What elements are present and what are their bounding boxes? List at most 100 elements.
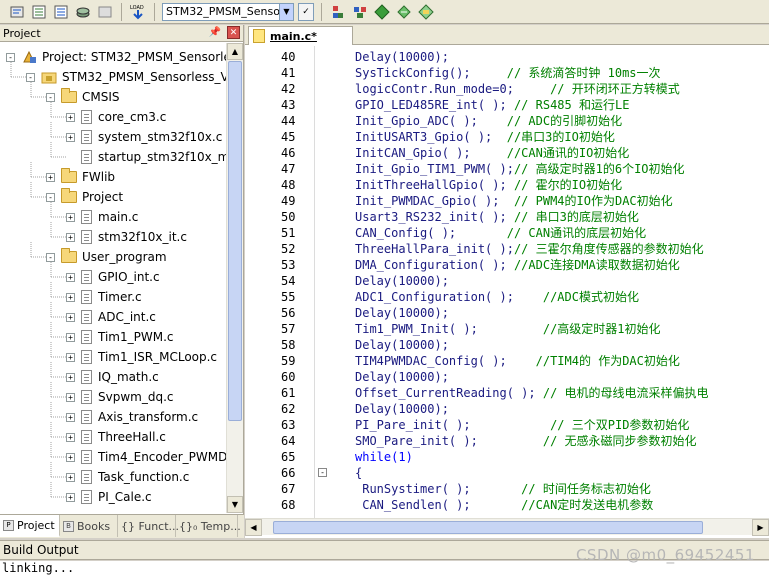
pin-icon[interactable]: 📌 [209, 27, 221, 38]
expand-icon[interactable]: + [66, 372, 75, 382]
tab-main-c[interactable]: main.c* [248, 26, 353, 45]
collapse-icon[interactable]: - [46, 192, 55, 202]
editor-horizontal-scrollbar[interactable]: ◀ ▶ [245, 518, 769, 536]
translate-icon[interactable] [8, 3, 26, 21]
code-statement: GPIO_LED485RE_int( ); [355, 98, 514, 112]
tree-item[interactable]: + Tim1_PWM.c [66, 327, 174, 347]
tree-item[interactable]: + Tim1_ISR_MCLoop.c [66, 347, 217, 367]
tree-item[interactable]: - User_program [46, 247, 167, 267]
code-line: 42 logicContr.Run_mode=0; // 开环闭环正方转模式 [245, 81, 769, 97]
code-statement: SysTickConfig(); [355, 66, 507, 80]
pack-installer-icon[interactable] [373, 3, 391, 21]
tree-item[interactable]: + ThreeHall.c [66, 427, 166, 447]
code-text: Offset_CurrentReading( ); // 电机的母线电流采样偏执… [355, 385, 709, 401]
tree-item[interactable]: - CMSIS [46, 87, 120, 107]
tree-item[interactable]: + ADC_int.c [66, 307, 156, 327]
fold-collapse-icon[interactable]: - [318, 468, 327, 477]
tree-item[interactable]: + Tim4_Encoder_PWMDA [66, 447, 226, 467]
panel-tab[interactable]: {} Funct... [118, 515, 179, 537]
code-text: GPIO_LED485RE_int( ); // RS485 和运行LE [355, 97, 629, 113]
code-editor[interactable]: 40 Delay(10000); 41 SysTickConfig(); // 系统滴… [245, 46, 769, 518]
tree-item[interactable]: + stm32f10x_it.c [66, 227, 187, 247]
tree-item[interactable]: + Timer.c [66, 287, 142, 307]
tree-item[interactable]: + PI_Cale.c [66, 487, 152, 507]
manage-runtime-icon[interactable] [417, 3, 435, 21]
code-statement: Offset_CurrentReading( ); [355, 386, 543, 400]
project-tree: -Project: STM32_PMSM_Sensorless_-STM32_P… [0, 43, 226, 513]
code-text: Delay(10000); [355, 273, 449, 289]
code-text: SysTickConfig(); // 系统滴答时钟 10ms一次 [355, 65, 661, 81]
panel-tab[interactable]: P Project [0, 515, 60, 537]
code-line: 55 ADC1_Configuration( ); //ADC模式初始化 [245, 289, 769, 305]
file-extensions-icon[interactable] [329, 3, 347, 21]
panel-tab-label: Project [17, 518, 55, 532]
expand-icon[interactable]: + [66, 352, 75, 362]
load-download-icon[interactable]: LOAD [129, 3, 147, 21]
scroll-down-icon[interactable]: ▼ [227, 496, 243, 513]
code-text: { [355, 465, 362, 481]
expand-icon[interactable]: + [66, 432, 75, 442]
line-number: 52 [281, 242, 296, 256]
expand-icon[interactable]: + [66, 212, 75, 222]
chevron-down-icon[interactable]: ▼ [279, 3, 293, 20]
expand-icon[interactable]: + [66, 292, 75, 302]
expand-icon[interactable]: + [66, 332, 75, 342]
expand-icon[interactable]: + [66, 412, 75, 422]
tree-item-label: ADC_int.c [98, 310, 156, 324]
code-comment: //ADC连接DMA读取数据初始化 [513, 258, 680, 272]
scroll-left-icon[interactable]: ◀ [245, 519, 262, 536]
tree-item[interactable]: - Project [46, 187, 123, 207]
expand-icon[interactable]: + [66, 272, 75, 282]
expand-icon[interactable]: + [66, 472, 75, 482]
code-text: InitCAN_Gpio( ); //CAN通讯的IO初始化 [355, 145, 629, 161]
stop-build-icon[interactable] [96, 3, 114, 21]
tree-item[interactable]: - Project: STM32_PMSM_Sensorless_ [6, 47, 226, 67]
close-icon[interactable]: ✕ [227, 26, 240, 39]
tree-item[interactable]: + system_stm32f10x.c [66, 127, 222, 147]
code-comment: // 无感永磁同步参数初始化 [542, 434, 697, 448]
batch-build-icon[interactable] [74, 3, 92, 21]
panel-tab[interactable]: B Books [60, 515, 118, 537]
file-icon [81, 370, 92, 384]
expand-icon[interactable]: + [66, 452, 75, 462]
editor-tab-bar: main.c* [245, 25, 769, 45]
tree-item[interactable]: + IQ_math.c [66, 367, 159, 387]
tree-item[interactable]: + Axis_transform.c [66, 407, 198, 427]
scroll-right-icon[interactable]: ▶ [752, 519, 769, 536]
expand-icon[interactable]: + [46, 172, 55, 182]
collapse-icon[interactable]: - [6, 52, 15, 62]
tab-label: main.c* [270, 29, 317, 43]
tree-item[interactable]: + Svpwm_dq.c [66, 387, 174, 407]
tree-item[interactable]: startup_stm32f10x_md. [66, 147, 226, 167]
scroll-up-icon[interactable]: ▲ [227, 43, 243, 60]
scroll-thumb[interactable] [228, 61, 242, 421]
collapse-icon[interactable]: - [26, 72, 35, 82]
expand-icon[interactable]: + [66, 232, 75, 242]
collapse-icon[interactable]: - [46, 252, 55, 262]
tree-item[interactable]: + core_cm3.c [66, 107, 166, 127]
code-comment: // RS485 和运行LE [513, 98, 630, 112]
tree-item[interactable]: + main.c [66, 207, 138, 227]
panel-tab[interactable]: {}₀ Temp... [176, 515, 241, 537]
tree-item[interactable]: + GPIO_int.c [66, 267, 160, 287]
tree-item[interactable]: - STM32_PMSM_Sensorless_V17_ [26, 67, 226, 87]
tree-item[interactable]: + Task_function.c [66, 467, 189, 487]
target-select[interactable]: STM32_PMSM_Sensorles: ▼ [162, 2, 294, 21]
expand-icon[interactable]: + [66, 112, 75, 122]
expand-icon[interactable]: + [66, 312, 75, 322]
select-packs-icon[interactable] [395, 3, 413, 21]
target-options-button[interactable]: ✓ [298, 2, 314, 21]
build-icon[interactable] [30, 3, 48, 21]
tree-vertical-scrollbar[interactable]: ▲ ▼ [226, 43, 243, 513]
code-line: 53 DMA_Configuration( ); //ADC连接DMA读取数据初始… [245, 257, 769, 273]
expand-icon[interactable]: + [66, 132, 75, 142]
manage-project-icon[interactable] [351, 3, 369, 21]
tree-item[interactable]: + FWlib [46, 167, 115, 187]
code-text: ThreeHallPara_init( );// 三霍尔角度传感器的参数初始化 [355, 241, 704, 257]
expand-icon[interactable]: + [66, 392, 75, 402]
line-number: 59 [281, 354, 296, 368]
collapse-icon[interactable]: - [46, 92, 55, 102]
rebuild-icon[interactable] [52, 3, 70, 21]
scroll-thumb[interactable] [273, 521, 703, 534]
expand-icon[interactable]: + [66, 492, 75, 502]
